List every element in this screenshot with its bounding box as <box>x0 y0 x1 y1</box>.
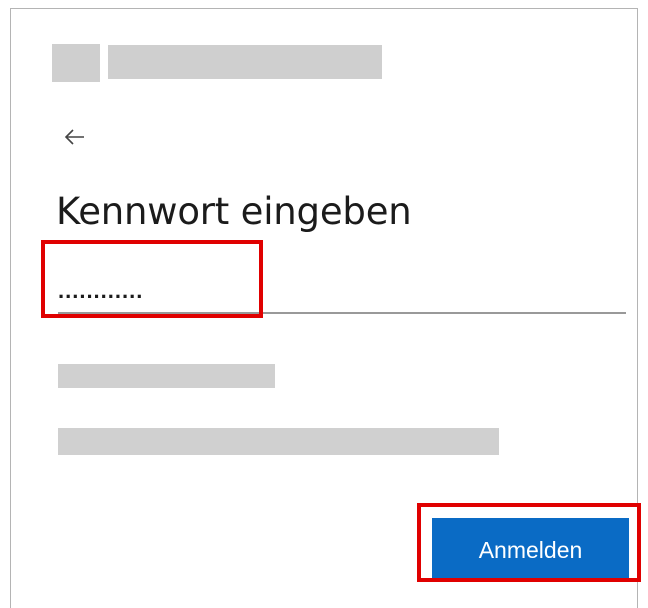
page-title: Kennwort eingeben <box>56 190 412 233</box>
redacted-logo <box>52 44 100 82</box>
signin-button[interactable]: Anmelden <box>432 518 629 582</box>
back-arrow-icon[interactable] <box>62 126 88 148</box>
redacted-link[interactable] <box>58 428 499 455</box>
redacted-link[interactable] <box>58 364 275 388</box>
password-input[interactable] <box>58 270 626 314</box>
redacted-account-name <box>108 45 382 79</box>
